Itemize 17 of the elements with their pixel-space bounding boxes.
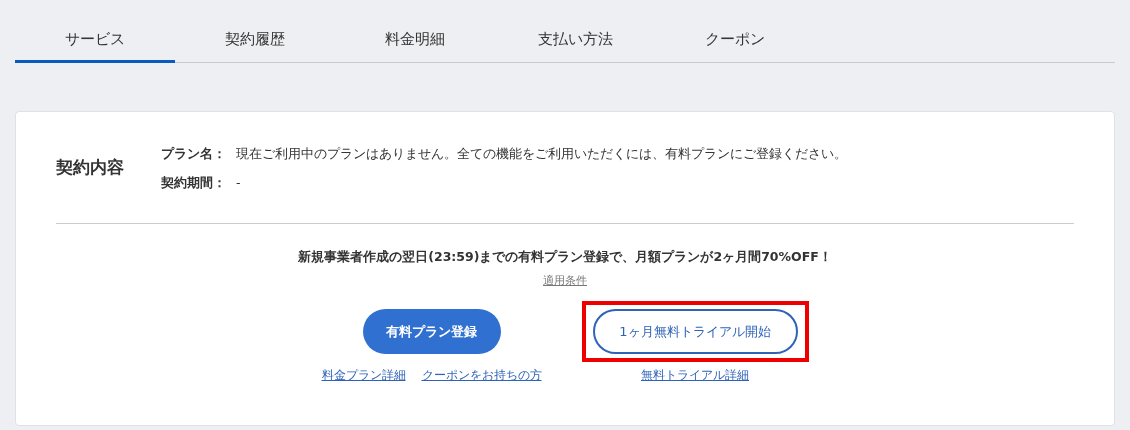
register-button[interactable]: 有料プラン登録: [362, 308, 501, 354]
promo-text: 新規事業者作成の翌日(23:59)までの有料プラン登録で、月額プランが2ヶ月間70%OFF！: [297, 248, 833, 266]
trial-button[interactable]: 1ヶ月無料トライアル開始: [592, 308, 798, 354]
section-heading: 契約内容: [56, 156, 125, 179]
tab[interactable]: サービス: [15, 0, 175, 63]
tab[interactable]: 支払い方法: [495, 0, 655, 63]
tab[interactable]: クーポン: [655, 0, 815, 63]
conditions-link[interactable]: 適用条件: [543, 273, 587, 287]
field-label: 契約期間：: [161, 173, 226, 192]
details-link[interactable]: クーポンをお持ちの方: [421, 365, 542, 384]
tab[interactable]: 契約履歴: [175, 0, 335, 63]
field-value: 現在ご利用中のプランはありません。全ての機能をご利用いただくには、有料プランにご登録ください。: [236, 145, 847, 163]
field-value: -: [236, 173, 242, 192]
tab[interactable]: 料金明細: [335, 0, 495, 63]
details-link[interactable]: 無料トライアル詳細: [641, 365, 749, 384]
field-label: プラン名：: [161, 145, 226, 163]
details-link[interactable]: 料金プラン詳細: [321, 365, 406, 384]
